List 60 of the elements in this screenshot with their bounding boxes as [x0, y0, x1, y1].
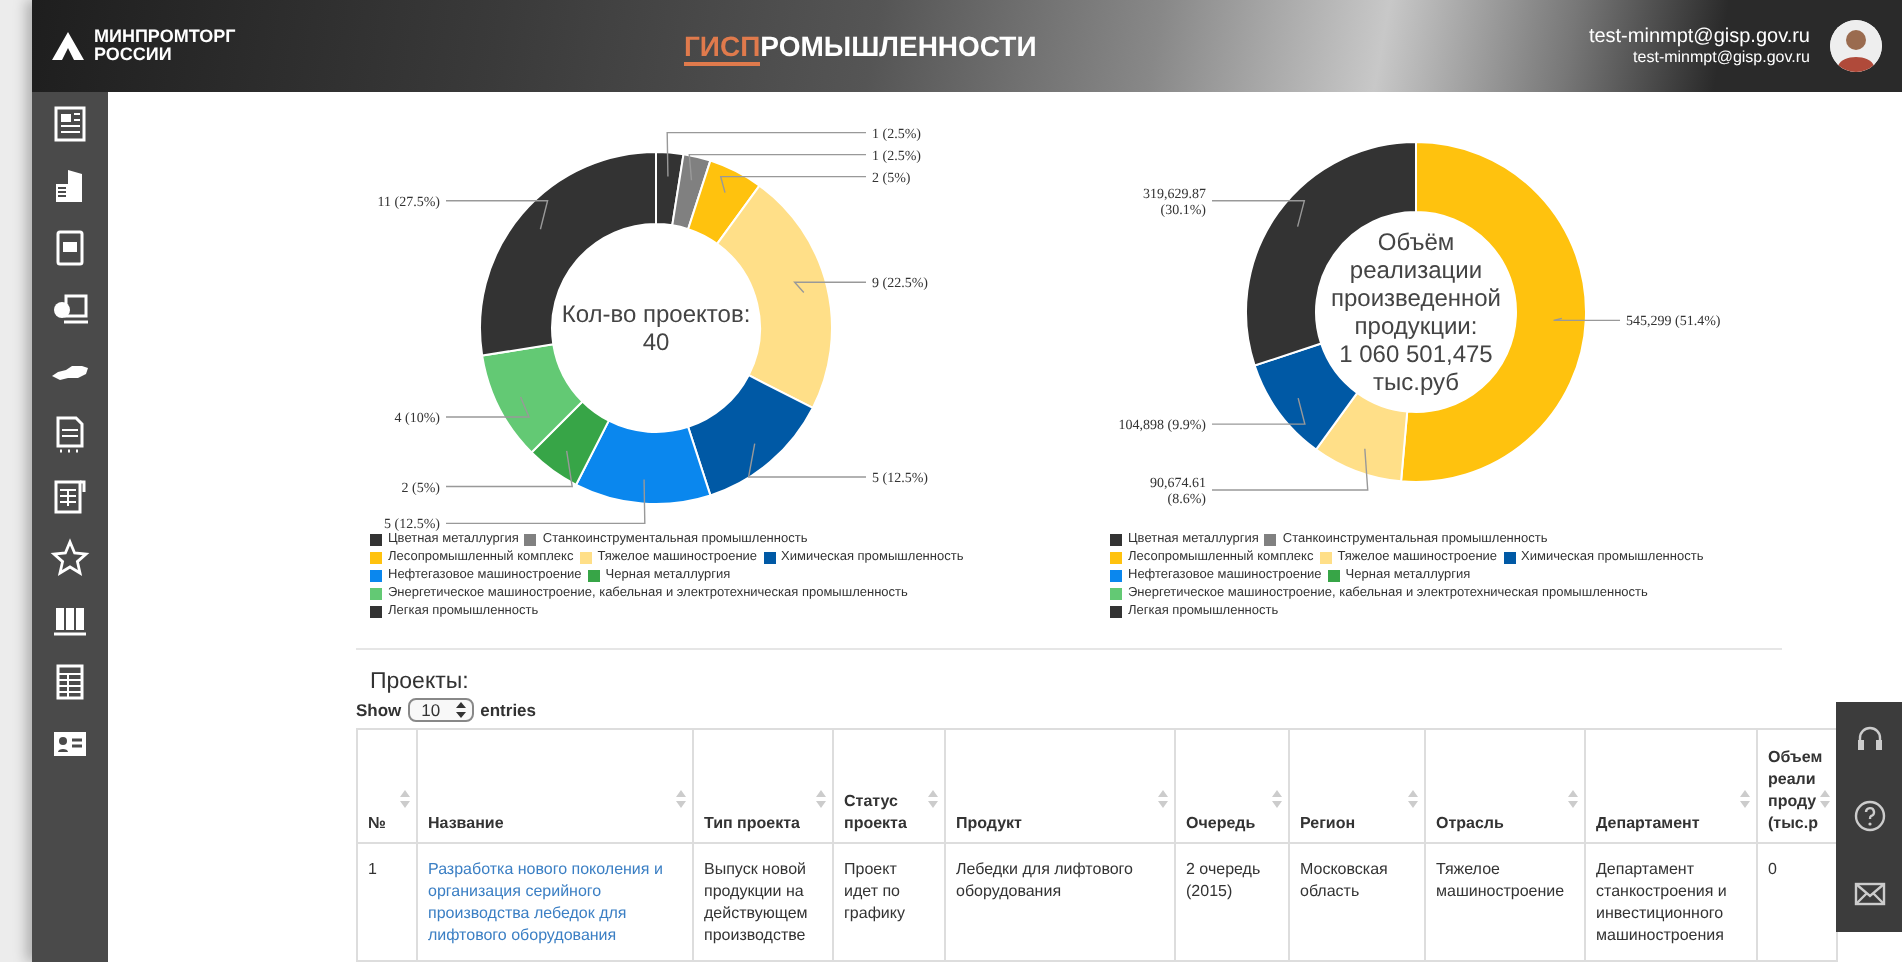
legend-swatch — [1319, 552, 1332, 564]
avatar-icon[interactable] — [1830, 20, 1882, 72]
legend-swatch — [1110, 570, 1122, 582]
table-cell: Департамент станкостроения и инвестиционного машиностроения — [1585, 843, 1757, 961]
legend-swatch — [370, 552, 382, 564]
legend-swatch — [1110, 588, 1122, 600]
legend-swatch — [524, 534, 537, 546]
column-header[interactable]: Департамент — [1585, 729, 1757, 843]
help-icon[interactable] — [1853, 800, 1885, 833]
leader-line — [1211, 397, 1306, 425]
legend-swatch — [1264, 534, 1277, 546]
page-size-select[interactable]: 10 — [407, 698, 475, 722]
leader-line — [1552, 317, 1621, 322]
updown-caret-icon — [456, 702, 467, 718]
gear-monitor-icon[interactable] — [50, 290, 90, 330]
table-document-icon[interactable] — [50, 476, 90, 516]
leader-line — [793, 281, 867, 294]
legend-swatch — [763, 552, 776, 564]
user-email: test-minmpt@gisp.gov.ru — [1631, 48, 1810, 66]
column-header[interactable]: Статус проекта — [833, 729, 945, 843]
newspaper-icon[interactable] — [50, 104, 90, 144]
table-cell: Московская область — [1289, 843, 1425, 961]
legend-swatch — [370, 534, 382, 546]
legend-swatch — [579, 552, 592, 564]
table-cell: Выпуск новой продукции на действующем производстве — [693, 843, 833, 961]
leader-line — [445, 200, 549, 230]
chart-center-label: Кол-во проектов: 40 — [561, 300, 751, 356]
mail-icon[interactable] — [1853, 877, 1885, 910]
table-cell: 2 очередь (2015) — [1175, 843, 1289, 961]
chart-center-label: Объём реализации произведенной продукции: 1 060 501,475 тыс.руб — [1331, 228, 1501, 396]
entries-label: entries — [480, 700, 537, 720]
user-name: test-minmpt@gisp.gov.ru — [1588, 26, 1810, 48]
table-cell: Лебедки для лифтового оборудования — [945, 843, 1175, 961]
table-cell: Проект идет по графику — [833, 843, 945, 961]
column-header[interactable]: Регион — [1289, 729, 1425, 843]
legend-swatch — [1110, 534, 1122, 546]
legend-swatch — [1110, 606, 1122, 618]
column-header[interactable]: Тип проекта — [693, 729, 833, 843]
leader-line — [445, 396, 531, 418]
table-cell: Тяжелое машиностроение — [1425, 843, 1585, 961]
legend-swatch — [1110, 552, 1122, 564]
legend-swatch — [370, 588, 382, 600]
legend-swatch — [370, 570, 382, 582]
column-header[interactable]: Очередь — [1175, 729, 1289, 843]
leader-line — [1211, 200, 1306, 228]
legend-swatch — [370, 606, 382, 618]
legend-swatch — [1503, 552, 1516, 564]
legend-swatch — [1327, 570, 1340, 582]
site-title: ГИСПРОМЫШЛЕННОСТИ — [684, 30, 1037, 66]
logo-text: МИНПРОМТОРГ РОССИИ — [94, 28, 236, 64]
section-title: Проекты: — [370, 670, 471, 694]
column-header[interactable]: Название — [417, 729, 693, 843]
column-header[interactable]: Продукт — [945, 729, 1175, 843]
logo-icon — [52, 32, 84, 60]
column-header[interactable]: № — [357, 729, 417, 843]
legend-swatch — [587, 570, 600, 582]
table-cell: 1 — [357, 843, 417, 961]
leader-line — [747, 442, 867, 478]
show-label: Show — [356, 700, 402, 720]
column-header[interactable]: Отрасль — [1425, 729, 1585, 843]
